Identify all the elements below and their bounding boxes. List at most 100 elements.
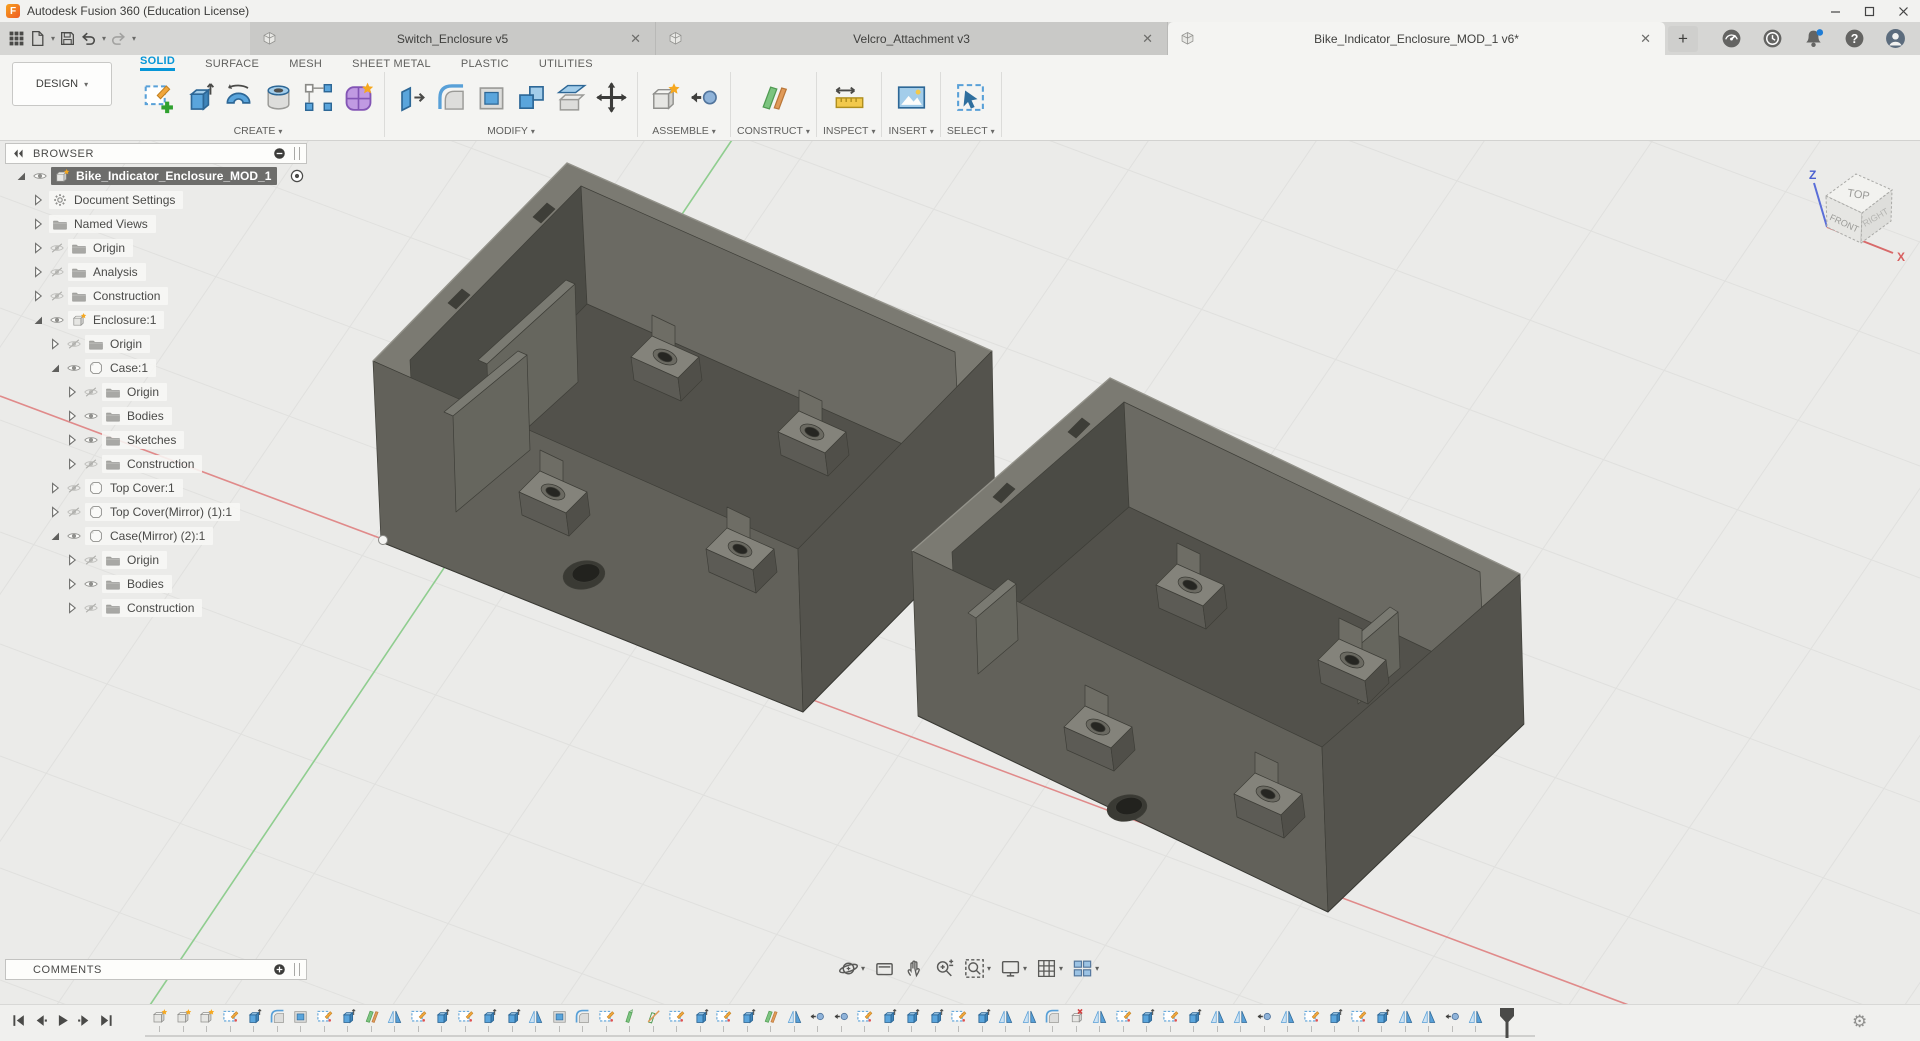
viewports-icon[interactable]: ▾	[1072, 958, 1099, 979]
timeline-track[interactable]	[145, 1035, 1535, 1037]
go-to-start-button[interactable]	[10, 1012, 27, 1029]
timeline-feature-mirror-icon[interactable]	[1276, 1008, 1300, 1035]
browser-item-label[interactable]: Enclosure:1	[68, 311, 164, 329]
close-tab-icon[interactable]: ✕	[1140, 31, 1155, 47]
sketch-create-icon[interactable]	[138, 74, 178, 120]
browser-item-label[interactable]: Origin	[85, 335, 150, 353]
collapse-panel-icon[interactable]	[12, 147, 25, 160]
timeline-feature-extrude-icon[interactable]	[336, 1008, 360, 1035]
expand-collapsed-icon[interactable]	[47, 504, 63, 520]
browser-item-label[interactable]: Construction	[102, 455, 202, 473]
redo-icon[interactable]	[110, 30, 127, 47]
ribbon-group-label[interactable]: ASSEMBLE▾	[652, 122, 716, 137]
job-status-icon[interactable]	[1762, 28, 1783, 49]
ribbon-group-label[interactable]: CONSTRUCT▾	[737, 122, 810, 137]
timeline-feature-delete-icon[interactable]	[1065, 1008, 1089, 1035]
fillet-icon[interactable]	[431, 74, 471, 120]
timeline-settings-icon[interactable]: ⚙	[1852, 1012, 1867, 1032]
timeline-feature-component-icon[interactable]	[172, 1008, 196, 1035]
activate-component-radio-icon[interactable]	[289, 168, 305, 184]
timeline-feature-sketch-icon[interactable]	[853, 1008, 877, 1035]
maximize-button[interactable]	[1852, 0, 1886, 22]
pattern-icon[interactable]	[298, 74, 338, 120]
timeline-feature-sketch-icon[interactable]	[1300, 1008, 1324, 1035]
browser-row-origin[interactable]: Origin	[5, 380, 307, 404]
timeline-feature-mirror-icon[interactable]	[1088, 1008, 1112, 1035]
file-new-icon[interactable]	[29, 30, 46, 47]
timeline-feature-extrude-icon[interactable]	[736, 1008, 760, 1035]
save-icon[interactable]	[59, 30, 76, 47]
document-tab-3-active[interactable]: Bike_Indicator_Enclosure_MOD_1 v6* ✕	[1168, 22, 1665, 55]
timeline-feature-sketch-icon[interactable]	[595, 1008, 619, 1035]
chevron-down-icon[interactable]: ▾	[1095, 964, 1099, 973]
expand-expanded-icon[interactable]	[30, 312, 46, 328]
visibility-eye-visible-icon[interactable]	[83, 408, 99, 424]
timeline-feature-sketch-icon[interactable]	[313, 1008, 337, 1035]
timeline-feature-extrude-icon[interactable]	[477, 1008, 501, 1035]
ribbon-group-label[interactable]: INSPECT▾	[823, 122, 876, 137]
visibility-eye-visible-icon[interactable]	[83, 432, 99, 448]
browser-item-label[interactable]: Top Cover(Mirror) (1):1	[85, 503, 240, 521]
add-comment-icon[interactable]	[273, 963, 286, 976]
timeline-feature-plane-icon[interactable]	[360, 1008, 384, 1035]
press-pull-icon[interactable]	[391, 74, 431, 120]
timeline-feature-fillet-icon[interactable]	[1041, 1008, 1065, 1035]
expand-collapsed-icon[interactable]	[30, 264, 46, 280]
pan-icon[interactable]	[904, 958, 925, 979]
timeline-feature-project-icon[interactable]	[642, 1008, 666, 1035]
timeline-feature-mirror-icon[interactable]	[524, 1008, 548, 1035]
timeline-feature-flip-icon[interactable]	[618, 1008, 642, 1035]
chevron-down-icon[interactable]: ▾	[987, 964, 991, 973]
minimize-button[interactable]	[1818, 0, 1852, 22]
visibility-eye-visible-icon[interactable]	[49, 312, 65, 328]
fit-icon[interactable]: ▾	[964, 958, 991, 979]
visibility-eye-visible-icon[interactable]	[66, 360, 82, 376]
timeline-feature-joint-icon[interactable]	[1253, 1008, 1277, 1035]
timeline-feature-sketch-icon[interactable]	[219, 1008, 243, 1035]
expand-collapsed-icon[interactable]	[47, 336, 63, 352]
orbit-icon[interactable]: ▾	[838, 958, 865, 979]
display-settings-icon[interactable]: ▾	[1000, 958, 1027, 979]
timeline-feature-sketch-icon[interactable]	[1347, 1008, 1371, 1035]
shell-icon[interactable]	[471, 74, 511, 120]
comments-panel-header[interactable]: COMMENTS	[5, 959, 307, 980]
ribbon-tab-surface[interactable]: SURFACE	[205, 58, 259, 71]
timeline-feature-mirror-icon[interactable]	[1417, 1008, 1441, 1035]
play-button[interactable]	[54, 1012, 71, 1029]
browser-item-label[interactable]: Document Settings	[49, 191, 183, 209]
browser-row-origin[interactable]: Origin	[5, 332, 307, 356]
form-icon[interactable]	[338, 74, 378, 120]
extensions-icon[interactable]	[1721, 28, 1742, 49]
zoom-icon[interactable]	[934, 958, 955, 979]
expand-collapsed-icon[interactable]	[64, 384, 80, 400]
visibility-eye-hidden-icon[interactable]	[49, 240, 65, 256]
timeline-feature-mirror-icon[interactable]	[1394, 1008, 1418, 1035]
timeline-feature-sketch-icon[interactable]	[1112, 1008, 1136, 1035]
visibility-eye-hidden-icon[interactable]	[83, 600, 99, 616]
new-tab-button[interactable]: +	[1668, 26, 1698, 52]
remove-panel-icon[interactable]	[273, 147, 286, 160]
expand-expanded-icon[interactable]	[47, 528, 63, 544]
browser-item-label[interactable]: Origin	[102, 551, 167, 569]
insert-canvas-icon[interactable]	[891, 74, 931, 120]
timeline-feature-extrude-icon[interactable]	[689, 1008, 713, 1035]
browser-row-bodies[interactable]: Bodies	[5, 404, 307, 428]
new-component-icon[interactable]	[644, 74, 684, 120]
browser-row-case-mirror-2-1[interactable]: Case(Mirror) (2):1	[5, 524, 307, 548]
timeline-feature-mirror-icon[interactable]	[783, 1008, 807, 1035]
ribbon-tab-solid[interactable]: SOLID	[140, 55, 175, 71]
visibility-eye-visible-icon[interactable]	[83, 576, 99, 592]
browser-row-enclosure-1[interactable]: Enclosure:1	[5, 308, 307, 332]
extrude-icon[interactable]	[178, 74, 218, 120]
timeline-feature-mirror-icon[interactable]	[1464, 1008, 1488, 1035]
browser-item-label[interactable]: Named Views	[49, 215, 156, 233]
timeline-feature-extrude-icon[interactable]	[1323, 1008, 1347, 1035]
browser-item-label[interactable]: Case:1	[85, 359, 156, 377]
ribbon-group-label[interactable]: SELECT▾	[947, 122, 995, 137]
panel-drag-handle[interactable]	[294, 147, 300, 160]
chevron-down-icon[interactable]: ▾	[51, 34, 55, 43]
timeline-feature-extrude-icon[interactable]	[430, 1008, 454, 1035]
browser-item-label[interactable]: Construction	[68, 287, 168, 305]
timeline-feature-mirror-icon[interactable]	[994, 1008, 1018, 1035]
expand-collapsed-icon[interactable]	[30, 216, 46, 232]
